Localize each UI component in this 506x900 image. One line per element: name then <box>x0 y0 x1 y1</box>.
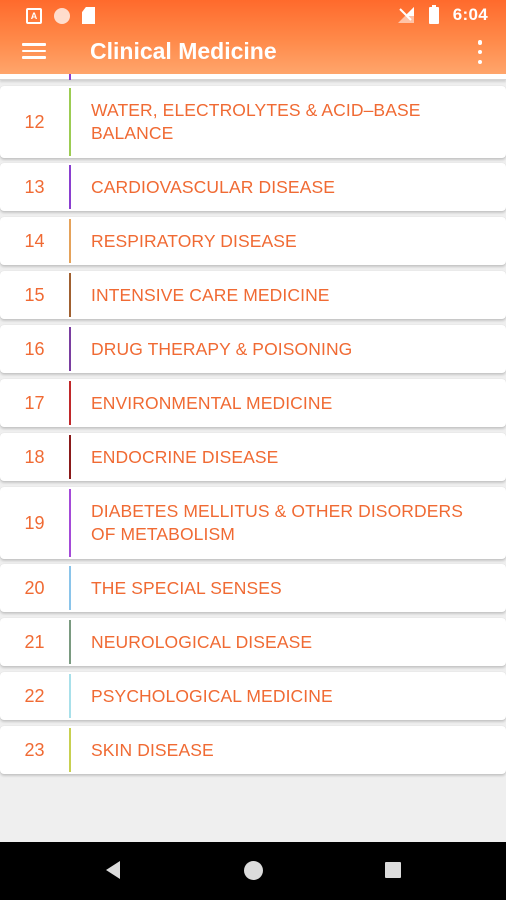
chapter-color-bar <box>69 489 71 557</box>
chapter-number: 21 <box>24 631 45 652</box>
chapter-color-bar <box>69 674 71 718</box>
chapter-title: DIABETES MELLITUS & OTHER DISORDERS OF M… <box>91 501 464 544</box>
chapter-color-bar <box>69 566 71 610</box>
status-time: 6:04 <box>452 5 488 24</box>
chapter-color-bar <box>69 327 71 371</box>
status-bar: A 6:04 <box>0 0 506 32</box>
chapter-color-bar <box>69 728 71 772</box>
menu-icon[interactable] <box>22 40 48 62</box>
chapter-item[interactable]: 13 CARDIOVASCULAR DISEASE <box>0 163 506 211</box>
chapter-number: 14 <box>24 230 45 251</box>
chapter-number: 22 <box>24 685 45 706</box>
chapter-title: RESPIRATORY DISEASE <box>91 230 297 251</box>
chapter-color-bar <box>69 273 71 317</box>
overflow-menu-icon[interactable] <box>472 40 488 64</box>
sd-card-icon <box>82 7 95 24</box>
chapter-item[interactable]: 19 DIABETES MELLITUS & OTHER DISORDERS OF… <box>0 487 506 559</box>
chapter-color-bar <box>69 219 71 263</box>
chapter-number: 16 <box>24 338 45 359</box>
chapter-item[interactable]: 17 ENVIRONMENTAL MEDICINE <box>0 379 506 427</box>
chapter-color-bar <box>69 165 71 209</box>
chapter-item[interactable]: 14 RESPIRATORY DISEASE <box>0 217 506 265</box>
app-bar: Clinical Medicine <box>0 32 506 74</box>
chapter-item[interactable]: 20 THE SPECIAL SENSES <box>0 564 506 612</box>
chapter-number: 20 <box>24 577 45 598</box>
a-icon: A <box>26 7 42 24</box>
chapter-item[interactable]: 16 DRUG THERAPY & POISONING <box>0 325 506 373</box>
navigation-bar <box>0 842 506 900</box>
chapter-number: 23 <box>24 739 45 760</box>
chapter-color-bar <box>69 88 71 156</box>
chapter-item[interactable]: 21 NEUROLOGICAL DISEASE <box>0 618 506 666</box>
top-bar: A 6:04 Clinical Medicine <box>0 0 506 74</box>
chapter-item[interactable]: 15 INTENSIVE CARE MEDICINE <box>0 271 506 319</box>
chapter-number: 12 <box>24 111 45 132</box>
chapter-item[interactable]: 12 WATER, ELECTROLYTES & ACID–BASE BALANC… <box>0 86 506 158</box>
chapter-title: CARDIOVASCULAR DISEASE <box>91 176 336 197</box>
chapter-number: 15 <box>24 284 45 305</box>
status-right: 6:04 <box>397 4 488 25</box>
chapter-list[interactable]: 12 WATER, ELECTROLYTES & ACID–BASE BALANC… <box>0 74 506 842</box>
chapter-item[interactable]: 23 SKIN DISEASE <box>0 726 506 774</box>
chapter-title: PSYCHOLOGICAL MEDICINE <box>91 685 333 706</box>
chapter-number: 18 <box>24 446 45 467</box>
status-left-icons: A <box>26 7 95 24</box>
battery-icon <box>428 4 439 24</box>
chapter-title: ENVIRONMENTAL MEDICINE <box>91 392 333 413</box>
back-icon[interactable] <box>106 861 120 879</box>
chapter-color-bar <box>69 74 71 80</box>
chapter-item[interactable]: 18 ENDOCRINE DISEASE <box>0 433 506 481</box>
chapter-title: INTENSIVE CARE MEDICINE <box>91 284 330 305</box>
circle-icon <box>54 7 70 24</box>
partial-list-item[interactable] <box>0 74 506 80</box>
chapter-color-bar <box>69 381 71 425</box>
recents-icon[interactable] <box>385 862 401 878</box>
chapter-title: THE SPECIAL SENSES <box>91 577 282 598</box>
chapter-title: NEUROLOGICAL DISEASE <box>91 631 313 652</box>
home-icon[interactable] <box>244 861 263 880</box>
chapter-title: DRUG THERAPY & POISONING <box>91 338 353 359</box>
chapter-title: ENDOCRINE DISEASE <box>91 446 279 467</box>
chapter-number: 17 <box>24 392 45 413</box>
chapter-number: 19 <box>24 512 45 533</box>
chapter-title: WATER, ELECTROLYTES & ACID–BASE BALANCE <box>91 100 421 143</box>
signal-off-icon <box>397 7 414 23</box>
chapter-number: 13 <box>24 176 45 197</box>
app-root: A 6:04 Clinical Medicine 12 WATER, ELECT… <box>0 0 506 900</box>
chapter-title: SKIN DISEASE <box>91 739 214 760</box>
chapter-item[interactable]: 22 PSYCHOLOGICAL MEDICINE <box>0 672 506 720</box>
app-title: Clinical Medicine <box>90 38 277 64</box>
chapter-color-bar <box>69 435 71 479</box>
chapter-color-bar <box>69 620 71 664</box>
